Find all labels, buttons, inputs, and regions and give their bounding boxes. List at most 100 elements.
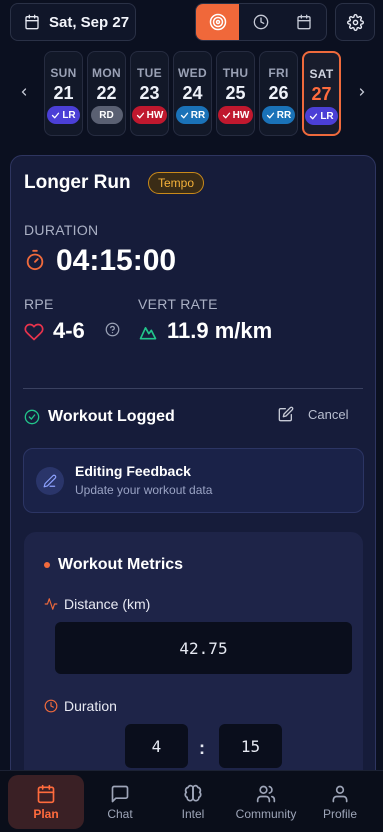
view-mode-clock[interactable] xyxy=(239,4,282,40)
nav-label: Plan xyxy=(33,806,59,821)
workout-badge: RR xyxy=(175,106,210,124)
day-name: THU xyxy=(222,66,249,80)
nav-label: Profile xyxy=(322,806,357,821)
check-icon xyxy=(136,111,145,120)
day-thu[interactable]: THU 25 HW xyxy=(216,51,255,136)
distance-input[interactable]: 42.75 xyxy=(55,622,352,674)
gear-icon xyxy=(346,13,364,31)
nav-item-chat[interactable]: Chat xyxy=(89,775,151,829)
day-number: 25 xyxy=(225,83,246,103)
bottom-nav: Plan Chat Intel Community Profile xyxy=(0,770,383,832)
workout-metrics-heading: Workout Metrics xyxy=(44,556,183,574)
date-label: Sat, Sep 27 xyxy=(49,13,130,31)
workout-badge: HW xyxy=(217,106,254,124)
check-icon xyxy=(222,111,231,120)
workout-badge-label: RR xyxy=(190,109,206,121)
duration-value: 04:15:00 xyxy=(56,244,177,277)
check-icon xyxy=(180,111,189,120)
day-name: WED xyxy=(178,66,207,80)
view-mode-calendar[interactable] xyxy=(283,4,326,40)
prev-week-button[interactable] xyxy=(16,82,32,102)
editing-feedback-subtitle: Update your workout data xyxy=(75,483,213,497)
check-icon xyxy=(266,111,275,120)
calendar-icon xyxy=(36,784,56,804)
distance-label: Distance (km) xyxy=(64,596,151,612)
day-name: MON xyxy=(92,66,121,80)
editing-feedback-banner: Editing Feedback Update your workout dat… xyxy=(23,448,364,513)
day-wed[interactable]: WED 24 RR xyxy=(173,51,212,136)
divider xyxy=(23,388,363,389)
workout-badge-label: RR xyxy=(276,109,292,121)
workout-metrics-title: Workout Metrics xyxy=(58,556,184,573)
nav-item-community[interactable]: Community xyxy=(228,775,304,829)
distance-field-label: Distance (km) xyxy=(44,596,150,612)
check-icon xyxy=(309,112,318,121)
workout-card: Longer Run Tempo DURATION 04:15:00 RPE 4… xyxy=(10,155,376,815)
workout-type-tag: Tempo xyxy=(148,172,205,194)
workout-badge-label: RD xyxy=(99,109,114,121)
day-name: FRI xyxy=(268,66,289,80)
stopwatch-icon xyxy=(24,249,46,271)
day-sun[interactable]: SUN 21 LR xyxy=(44,51,83,136)
workout-badge-label: LR xyxy=(62,109,76,121)
workout-badge: RR xyxy=(261,106,296,124)
day-number: 27 xyxy=(311,84,332,104)
day-name: SUN xyxy=(50,66,77,80)
metrics-duration-label: Duration xyxy=(64,698,117,714)
day-name: SAT xyxy=(309,67,334,81)
workout-badge: LR xyxy=(47,106,80,124)
duration-separator: : xyxy=(199,738,205,758)
chevron-left-icon xyxy=(18,85,30,99)
nav-item-profile[interactable]: Profile xyxy=(310,775,370,829)
nav-label: Community xyxy=(235,806,297,821)
workout-badge: HW xyxy=(131,106,168,124)
check-icon xyxy=(51,111,60,120)
target-icon xyxy=(209,13,227,31)
top-bar: Sat, Sep 27 xyxy=(0,0,383,44)
day-fri[interactable]: FRI 26 RR xyxy=(259,51,298,136)
workout-badge-label: HW xyxy=(146,109,164,121)
day-sat[interactable]: SAT 27 LR xyxy=(302,51,341,136)
brain-icon xyxy=(183,784,203,804)
cancel-edit-button[interactable]: Cancel xyxy=(278,406,348,422)
day-number: 23 xyxy=(139,83,160,103)
nav-item-plan[interactable]: Plan xyxy=(8,775,84,829)
day-number: 26 xyxy=(268,83,289,103)
nav-item-intel[interactable]: Intel xyxy=(162,775,224,829)
app-root: Sat, Sep 27 SUN 21 LR MON 22 RD TUE 23 H… xyxy=(0,0,383,832)
day-number: 24 xyxy=(182,83,203,103)
settings-button[interactable] xyxy=(335,3,375,41)
rpe-value: 4-6 xyxy=(53,318,85,343)
workout-title: Longer Run xyxy=(24,172,131,193)
clock-icon xyxy=(44,699,58,713)
workout-logged-status: Workout Logged xyxy=(24,408,175,426)
day-name: TUE xyxy=(137,66,162,80)
view-mode-target[interactable] xyxy=(196,4,240,40)
user-icon xyxy=(330,784,350,804)
cancel-label: Cancel xyxy=(308,406,349,422)
editing-feedback-title: Editing Feedback xyxy=(75,463,191,479)
next-week-button[interactable] xyxy=(354,82,370,102)
heart-icon xyxy=(24,322,44,342)
duration-label: DURATION xyxy=(24,222,99,238)
workout-badge-label: LR xyxy=(320,110,334,122)
duration-minutes-input[interactable]: 15 xyxy=(219,724,282,768)
nav-label: Intel xyxy=(181,806,205,821)
calendar-icon xyxy=(296,14,312,30)
vert-rate-value: 11.9 m/km xyxy=(167,318,273,343)
nav-label: Chat xyxy=(107,806,133,821)
help-icon[interactable] xyxy=(105,322,120,337)
duration-hours-input[interactable]: 4 xyxy=(125,724,188,768)
day-tue[interactable]: TUE 23 HW xyxy=(130,51,169,136)
users-icon xyxy=(256,784,276,804)
chevron-right-icon xyxy=(356,85,368,99)
date-picker-button[interactable]: Sat, Sep 27 xyxy=(10,3,136,41)
workout-logged-label: Workout Logged xyxy=(48,408,175,425)
workout-badge: RD xyxy=(90,106,123,124)
day-mon[interactable]: MON 22 RD xyxy=(87,51,126,136)
workout-badge: LR xyxy=(305,107,338,125)
view-mode-toggle xyxy=(195,3,327,41)
chat-icon xyxy=(110,784,130,804)
calendar-icon xyxy=(24,14,40,30)
clock-icon xyxy=(253,14,269,30)
